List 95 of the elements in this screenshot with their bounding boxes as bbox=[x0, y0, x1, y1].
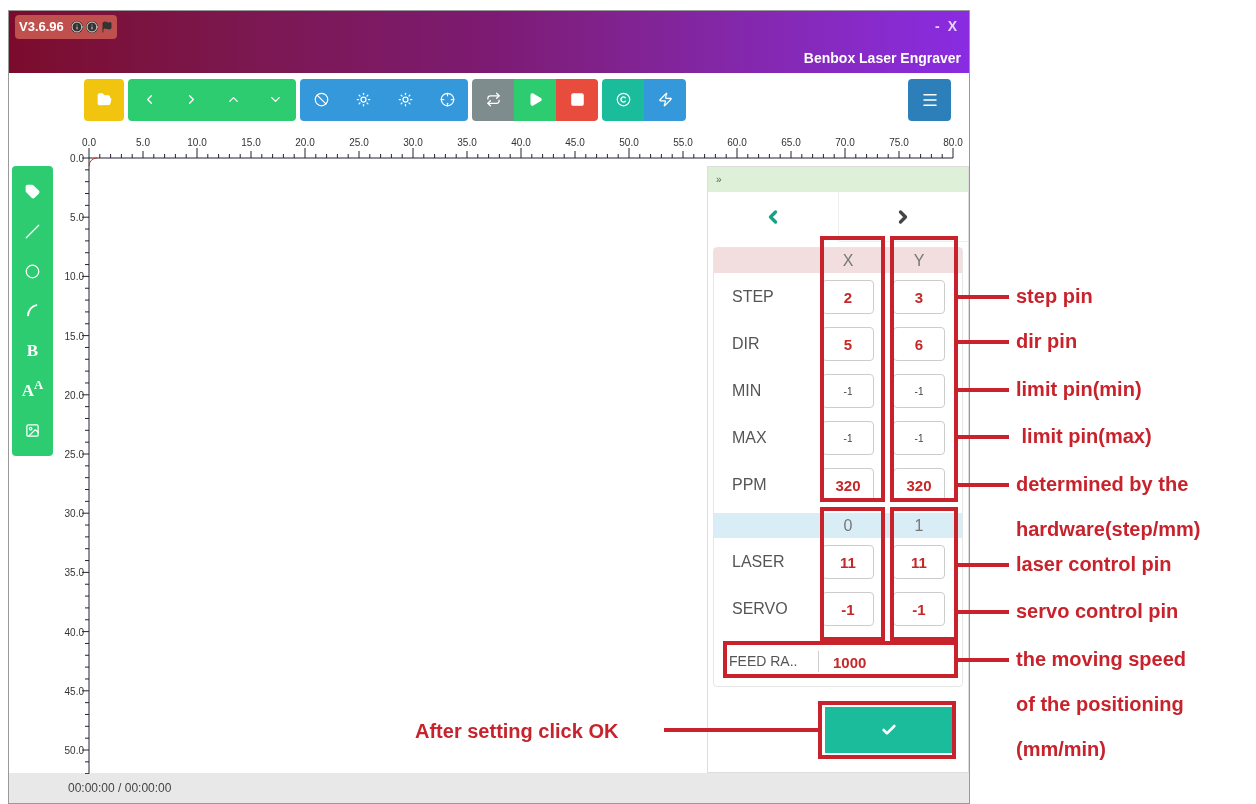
toolbar-button[interactable] bbox=[472, 78, 514, 121]
minimize-button[interactable]: - bbox=[935, 15, 940, 39]
ruler-label: 50.0 bbox=[64, 745, 84, 756]
pin-field[interactable]: -1 bbox=[822, 420, 874, 455]
burst-icon bbox=[397, 92, 413, 107]
toolbar-button[interactable] bbox=[602, 78, 644, 121]
ruler-label: 10.0 bbox=[64, 271, 84, 283]
toolbar-button[interactable] bbox=[556, 78, 598, 121]
pin-field[interactable]: 2 bbox=[822, 279, 874, 314]
window-title: Benbox Laser Engraver bbox=[803, 49, 962, 68]
line-icon bbox=[25, 224, 40, 240]
row-label: PPM bbox=[731, 474, 768, 495]
elapsed-time: 00:00:00 / 00:00:00 bbox=[68, 780, 172, 797]
ruler-label: 55.0 bbox=[673, 137, 693, 148]
annotation-text: dir pin bbox=[1016, 329, 1078, 354]
ruler-label: 5.0 bbox=[136, 137, 150, 148]
ruler-label: 5.0 bbox=[70, 212, 84, 224]
repeat-icon bbox=[485, 92, 501, 107]
collapse-bar[interactable]: » bbox=[708, 167, 968, 192]
burst-icon bbox=[355, 92, 371, 107]
ruler-label: 0.0 bbox=[82, 137, 96, 148]
pin-field[interactable]: -1 bbox=[893, 373, 945, 408]
tag-icon bbox=[25, 184, 40, 200]
image-icon bbox=[25, 422, 40, 438]
lightning-icon bbox=[657, 92, 673, 107]
ruler-label: 45.0 bbox=[565, 137, 585, 148]
info-icon[interactable] bbox=[70, 20, 83, 33]
menu-button[interactable] bbox=[908, 78, 951, 121]
crosshair-icon bbox=[439, 92, 455, 107]
annotation-text: limit pin(min) bbox=[1016, 377, 1142, 402]
ruler-label: 30.0 bbox=[64, 508, 84, 520]
ruler-label: 60.0 bbox=[727, 137, 747, 148]
text-tool-glyph: A$^{A}$ bbox=[21, 381, 44, 399]
column-header: Y bbox=[912, 250, 926, 271]
version-label: V3.6.96 bbox=[19, 18, 64, 36]
pin-field[interactable]: -1 bbox=[822, 591, 874, 626]
ruler-label: 15.0 bbox=[241, 137, 261, 148]
ruler-label: 40.0 bbox=[64, 626, 84, 638]
pin-field[interactable]: 6 bbox=[893, 326, 945, 361]
ruler-label: 30.0 bbox=[403, 137, 423, 148]
annotation-text: determined by the hardware(step/mm) bbox=[1016, 472, 1201, 542]
pin-field[interactable]: 5 bbox=[822, 326, 874, 361]
ruler-label: 80.0 bbox=[943, 137, 963, 148]
annotation-text: laser control pin bbox=[1016, 552, 1172, 577]
feed-rate-field[interactable]: 1000 bbox=[819, 647, 867, 675]
pin-field[interactable]: 11 bbox=[822, 544, 874, 579]
circle-icon bbox=[25, 263, 40, 279]
play-icon bbox=[527, 92, 543, 107]
row-label: STEP bbox=[731, 286, 775, 307]
ban-icon bbox=[313, 92, 329, 107]
ruler-label: 10.0 bbox=[187, 137, 207, 148]
ruler-label: 45.0 bbox=[64, 685, 84, 697]
toolbar-button[interactable] bbox=[644, 78, 686, 121]
pin-field[interactable]: -1 bbox=[822, 373, 874, 408]
column-header: 1 bbox=[913, 515, 925, 536]
annotation-text: servo control pin bbox=[1016, 599, 1179, 624]
ruler-label: 25.0 bbox=[349, 137, 369, 148]
folder-icon bbox=[96, 92, 112, 107]
row-label: DIR bbox=[731, 333, 761, 354]
stop-icon bbox=[569, 92, 585, 107]
column-header: X bbox=[841, 250, 855, 271]
ruler-label: 50.0 bbox=[619, 137, 639, 148]
pin-field[interactable]: 3 bbox=[893, 279, 945, 314]
text-tool-glyph: B bbox=[26, 342, 39, 360]
flag-icon[interactable] bbox=[100, 20, 113, 33]
column-header: 0 bbox=[842, 515, 854, 536]
arc-icon bbox=[25, 303, 40, 319]
annotation-text: the moving speed of the positioning (mm/min) bbox=[1016, 647, 1187, 762]
ruler-label: 25.0 bbox=[64, 449, 84, 460]
annotation-text: After setting click OK bbox=[415, 719, 619, 744]
info-icon[interactable] bbox=[85, 20, 98, 33]
close-button[interactable]: X bbox=[947, 15, 957, 39]
pin-field[interactable]: 11 bbox=[893, 544, 945, 579]
feed-rate-label: FEED RA.. bbox=[727, 650, 819, 672]
row-label: LASER bbox=[731, 551, 786, 572]
ruler-label: 15.0 bbox=[64, 330, 84, 342]
row-label: MIN bbox=[731, 380, 763, 401]
ruler-label: 70.0 bbox=[835, 137, 855, 148]
ruler-label: 35.0 bbox=[64, 567, 84, 579]
ruler-label: 20.0 bbox=[64, 389, 84, 401]
ruler-label: 20.0 bbox=[295, 137, 315, 148]
ruler-label: 0.0 bbox=[70, 153, 84, 164]
pin-field[interactable]: -1 bbox=[893, 420, 945, 455]
ruler-label: 40.0 bbox=[511, 137, 531, 148]
row-label: MAX bbox=[731, 427, 768, 448]
annotation-text: step pin bbox=[1016, 284, 1093, 309]
ruler-label: 35.0 bbox=[457, 137, 477, 148]
origin-marker bbox=[88, 157, 98, 167]
ruler-label: 75.0 bbox=[889, 137, 909, 148]
pin-field[interactable]: -1 bbox=[893, 591, 945, 626]
ruler-label: 65.0 bbox=[781, 137, 801, 148]
check-icon bbox=[881, 722, 897, 738]
row-label: SERVO bbox=[731, 598, 789, 619]
toolbar-button[interactable] bbox=[514, 78, 556, 121]
annotation-text: limit pin(max) bbox=[1020, 424, 1152, 449]
